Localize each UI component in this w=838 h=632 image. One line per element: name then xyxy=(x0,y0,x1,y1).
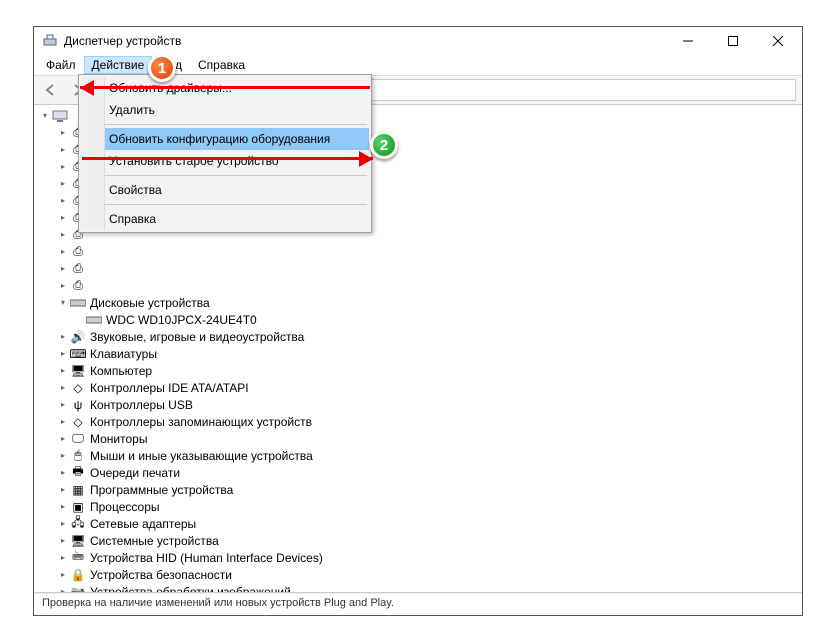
menu-remove[interactable]: Удалить xyxy=(81,99,369,121)
menu-icon-column xyxy=(81,77,105,230)
callout-arrow-1 xyxy=(80,86,370,89)
printer-icon: 🖶 xyxy=(70,465,86,481)
tree-label: Контроллеры запоминающих устройств xyxy=(90,415,312,429)
keyboard-icon: ⌨ xyxy=(70,346,86,362)
tree-label: Устройства безопасности xyxy=(90,568,232,582)
tree-node[interactable]: ▸⌨Клавиатуры xyxy=(34,345,802,362)
app-icon xyxy=(42,33,58,49)
tree-leaf-disk[interactable]: WDC WD10JPCX-24UE4T0 xyxy=(34,311,802,328)
device-icon: ⎙ xyxy=(70,278,86,294)
menu-label: Справка xyxy=(109,212,156,226)
menu-help[interactable]: Справка xyxy=(190,56,253,74)
tree-node[interactable]: ▸📷Устройства обработки изображений xyxy=(34,583,802,593)
callout-arrowhead-2 xyxy=(359,151,373,167)
menu-separator xyxy=(83,124,367,125)
menu-label: Обновить конфигурацию оборудования xyxy=(109,132,330,146)
disk-icon xyxy=(86,312,102,328)
tree-label: Клавиатуры xyxy=(90,347,157,361)
tree-node[interactable]: ▸🖥Компьютер xyxy=(34,362,802,379)
action-menu-dropdown: Обновить драйверы... Удалить Обновить ко… xyxy=(78,74,372,233)
device-icon: ⎙ xyxy=(70,244,86,260)
network-icon: 🖧 xyxy=(70,516,86,532)
tree-node[interactable]: ▸🖶Очереди печати xyxy=(34,464,802,481)
tree-label: Устройства обработки изображений xyxy=(90,585,291,594)
tree-node[interactable]: ▸◇Контроллеры запоминающих устройств xyxy=(34,413,802,430)
tree-label: Дисковые устройства xyxy=(90,296,210,310)
tree-node[interactable]: ▸⎙ xyxy=(34,260,802,277)
monitor-icon: 🖵 xyxy=(70,431,86,447)
tree-label: Устройства HID (Human Interface Devices) xyxy=(90,551,323,565)
tree-node[interactable]: ▸⎙ xyxy=(34,243,802,260)
tree-label: Системные устройства xyxy=(90,534,219,548)
tree-label: Контроллеры IDE ATA/ATAPI xyxy=(90,381,249,395)
menu-separator xyxy=(83,175,367,176)
security-icon: 🔒 xyxy=(70,567,86,583)
tree-label: Процессоры xyxy=(90,500,160,514)
tree-node[interactable]: ▸▦Программные устройства xyxy=(34,481,802,498)
tree-label: Сетевые адаптеры xyxy=(90,517,196,531)
tree-node[interactable]: ▸🖱Мыши и иные указывающие устройства xyxy=(34,447,802,464)
status-bar: Проверка на наличие изменений или новых … xyxy=(34,593,802,615)
software-icon: ▦ xyxy=(70,482,86,498)
tree-node[interactable]: ▸▣Процессоры xyxy=(34,498,802,515)
tree-label: Компьютер xyxy=(90,364,152,378)
disk-icon xyxy=(70,295,86,311)
menu-action[interactable]: Действие xyxy=(84,56,153,74)
callout-marker-2: 2 xyxy=(370,131,398,159)
callout-arrowhead-1 xyxy=(80,80,94,96)
tree-label: Программные устройства xyxy=(90,483,233,497)
controller-icon: ◇ xyxy=(70,380,86,396)
callout-arrow-2 xyxy=(82,157,373,160)
menu-properties[interactable]: Свойства xyxy=(81,179,369,201)
tree-label: WDC WD10JPCX-24UE4T0 xyxy=(106,313,257,327)
callout-marker-1: 1 xyxy=(148,54,176,82)
computer-icon: 🖥 xyxy=(70,363,86,379)
storage-icon: ◇ xyxy=(70,414,86,430)
minimize-button[interactable] xyxy=(665,27,710,55)
menu-add-legacy[interactable]: Установить старое устройство xyxy=(81,150,369,172)
menu-file[interactable]: Файл xyxy=(38,56,84,74)
tree-node[interactable]: ▸⎙ xyxy=(34,277,802,294)
usb-icon: ψ xyxy=(70,397,86,413)
tree-node[interactable]: ▸ψКонтроллеры USB xyxy=(34,396,802,413)
tree-label: Звуковые, игровые и видеоустройства xyxy=(90,330,304,344)
titlebar[interactable]: Диспетчер устройств xyxy=(34,27,802,55)
audio-icon: 🔊 xyxy=(70,329,86,345)
tree-node-disk-drives[interactable]: ▾Дисковые устройства xyxy=(34,294,802,311)
tree-node[interactable]: ▸◇Контроллеры IDE ATA/ATAPI xyxy=(34,379,802,396)
device-icon: ⎙ xyxy=(70,261,86,277)
tree-label: Очереди печати xyxy=(90,466,180,480)
tree-label: Мыши и иные указывающие устройства xyxy=(90,449,313,463)
maximize-button[interactable] xyxy=(710,27,755,55)
close-button[interactable] xyxy=(755,27,800,55)
computer-icon xyxy=(52,108,68,124)
tree-node[interactable]: ▸🔒Устройства безопасности xyxy=(34,566,802,583)
menu-separator xyxy=(83,204,367,205)
tree-node[interactable]: ▸🖮Устройства HID (Human Interface Device… xyxy=(34,549,802,566)
back-button[interactable] xyxy=(40,79,62,101)
window-title: Диспетчер устройств xyxy=(64,34,665,48)
menu-help[interactable]: Справка xyxy=(81,208,369,230)
tree-label: Мониторы xyxy=(90,432,147,446)
tree-node[interactable]: ▸🖥Системные устройства xyxy=(34,532,802,549)
tree-node[interactable]: ▸🔊Звуковые, игровые и видеоустройства xyxy=(34,328,802,345)
menu-label: Удалить xyxy=(109,103,155,117)
menu-label: Свойства xyxy=(109,183,162,197)
imaging-icon: 📷 xyxy=(70,584,86,594)
menu-scan-hardware[interactable]: Обновить конфигурацию оборудования xyxy=(81,128,369,150)
tree-label: Контроллеры USB xyxy=(90,398,193,412)
hid-icon: 🖮 xyxy=(70,550,86,566)
tree-node[interactable]: ▸🖧Сетевые адаптеры xyxy=(34,515,802,532)
tree-node[interactable]: ▸🖵Мониторы xyxy=(34,430,802,447)
